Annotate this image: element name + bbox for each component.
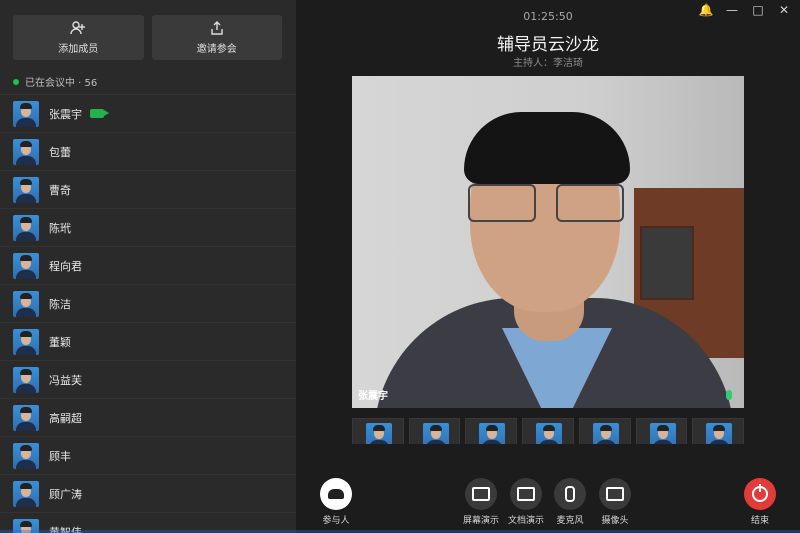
microphone-label: 麦克风 — [556, 516, 584, 526]
list-item[interactable]: 曹奇 — [0, 170, 296, 208]
participant-list: 张震宇 包蕾 曹奇 陈玳 程向君 陈洁 董颖 冯益芙 高嗣超 顾丰 顾广涛 黄智… — [0, 94, 296, 533]
people-icon — [328, 489, 344, 499]
participants-label: 参与人 — [322, 516, 350, 526]
avatar — [13, 100, 39, 127]
list-item[interactable]: 顾丰 — [0, 436, 296, 474]
meeting-timer: 01:25:50 — [523, 10, 573, 23]
thumbnail[interactable] — [352, 418, 404, 444]
avatar — [13, 480, 39, 507]
participant-name: 包蕾 — [49, 145, 71, 159]
list-item[interactable]: 冯益芙 — [0, 360, 296, 398]
mic-active-icon — [726, 390, 732, 400]
add-member-button[interactable]: 添加成员 — [13, 15, 144, 60]
participant-name: 曹奇 — [49, 183, 71, 197]
participant-name: 陈洁 — [49, 297, 71, 311]
avatar — [13, 442, 39, 469]
participant-name: 顾丰 — [49, 449, 71, 463]
avatar — [479, 423, 506, 444]
add-user-icon — [70, 21, 86, 35]
power-icon — [752, 484, 768, 502]
list-item[interactable]: 张震宇 — [0, 94, 296, 132]
participant-name: 顾广涛 — [49, 487, 82, 501]
list-item[interactable]: 程向君 — [0, 246, 296, 284]
avatar — [592, 423, 619, 444]
avatar — [13, 366, 39, 393]
sidebar-actions: 添加成员 邀请参会 — [13, 15, 282, 60]
meeting-status: 已在会议中 · 56 — [13, 74, 97, 89]
end-meeting-button[interactable]: 结束 — [730, 478, 790, 526]
invite-label: 邀请参会 — [196, 44, 237, 55]
list-item[interactable]: 包蕾 — [0, 132, 296, 170]
online-dot-icon — [13, 78, 19, 85]
camera-icon — [606, 487, 624, 501]
participant-name: 高嗣超 — [49, 411, 82, 425]
avatar — [13, 252, 39, 279]
thumbnail[interactable] — [408, 418, 461, 444]
participant-name: 董颖 — [49, 335, 71, 349]
avatar — [706, 423, 733, 444]
participant-name: 程向君 — [49, 259, 82, 273]
thumbnail[interactable] — [578, 418, 631, 444]
meeting-main: 🔔 — □ ✕ 01:25:50 辅导员云沙龙 主持人：李洁琦 张震宇 参与人 — [296, 0, 800, 533]
avatar — [422, 423, 449, 444]
list-item[interactable]: 董颖 — [0, 322, 296, 360]
participants-sidebar: 添加成员 邀请参会 已在会议中 · 56 张震宇 包蕾 曹奇 陈玳 程向君 陈洁… — [0, 0, 296, 533]
video-speaker-name: 张震宇 — [358, 391, 388, 402]
list-item[interactable]: 陈洁 — [0, 284, 296, 322]
participant-name: 冯益芙 — [49, 373, 82, 387]
screen-share-label: 屏幕演示 — [462, 516, 499, 526]
avatar — [13, 138, 39, 165]
thumbnail[interactable] — [465, 418, 518, 444]
avatar — [649, 423, 676, 444]
participants-button[interactable]: 参与人 — [306, 478, 366, 526]
camera-button[interactable]: 摄像头 — [585, 478, 645, 526]
list-item[interactable]: 顾广涛 — [0, 474, 296, 512]
main-video[interactable]: 张震宇 — [352, 76, 744, 408]
document-share-icon — [517, 487, 535, 501]
screen-share-icon — [472, 487, 490, 501]
meeting-title: 辅导员云沙龙 — [497, 35, 599, 55]
invite-button[interactable]: 邀请参会 — [151, 15, 282, 60]
avatar — [536, 423, 563, 444]
thumbnail[interactable] — [522, 418, 574, 444]
meeting-host: 主持人：李洁琦 — [513, 58, 583, 69]
microphone-icon — [565, 486, 575, 502]
avatar — [13, 214, 39, 241]
avatar — [13, 176, 39, 203]
avatar — [13, 290, 39, 317]
share-icon — [211, 21, 223, 35]
meeting-status-text: 已在会议中 · 56 — [25, 78, 98, 89]
camera-label: 摄像头 — [601, 516, 629, 526]
avatar — [13, 404, 39, 431]
participant-name: 张震宇 — [49, 107, 82, 121]
avatar — [13, 328, 39, 355]
list-item[interactable]: 高嗣超 — [0, 398, 296, 436]
control-bar: 参与人 屏幕演示 文档演示 麦克风 摄像头 结束 — [296, 478, 800, 533]
list-item[interactable]: 陈玳 — [0, 208, 296, 246]
doc-share-label: 文档演示 — [507, 516, 544, 526]
thumbnail[interactable] — [635, 418, 688, 444]
camera-on-icon — [90, 109, 109, 118]
participant-name: 陈玳 — [49, 221, 71, 235]
end-meeting-label: 结束 — [750, 516, 769, 526]
avatar — [366, 423, 392, 444]
video-thumbnails — [352, 418, 744, 444]
thumbnail[interactable] — [692, 418, 744, 444]
add-member-label: 添加成员 — [58, 44, 99, 55]
